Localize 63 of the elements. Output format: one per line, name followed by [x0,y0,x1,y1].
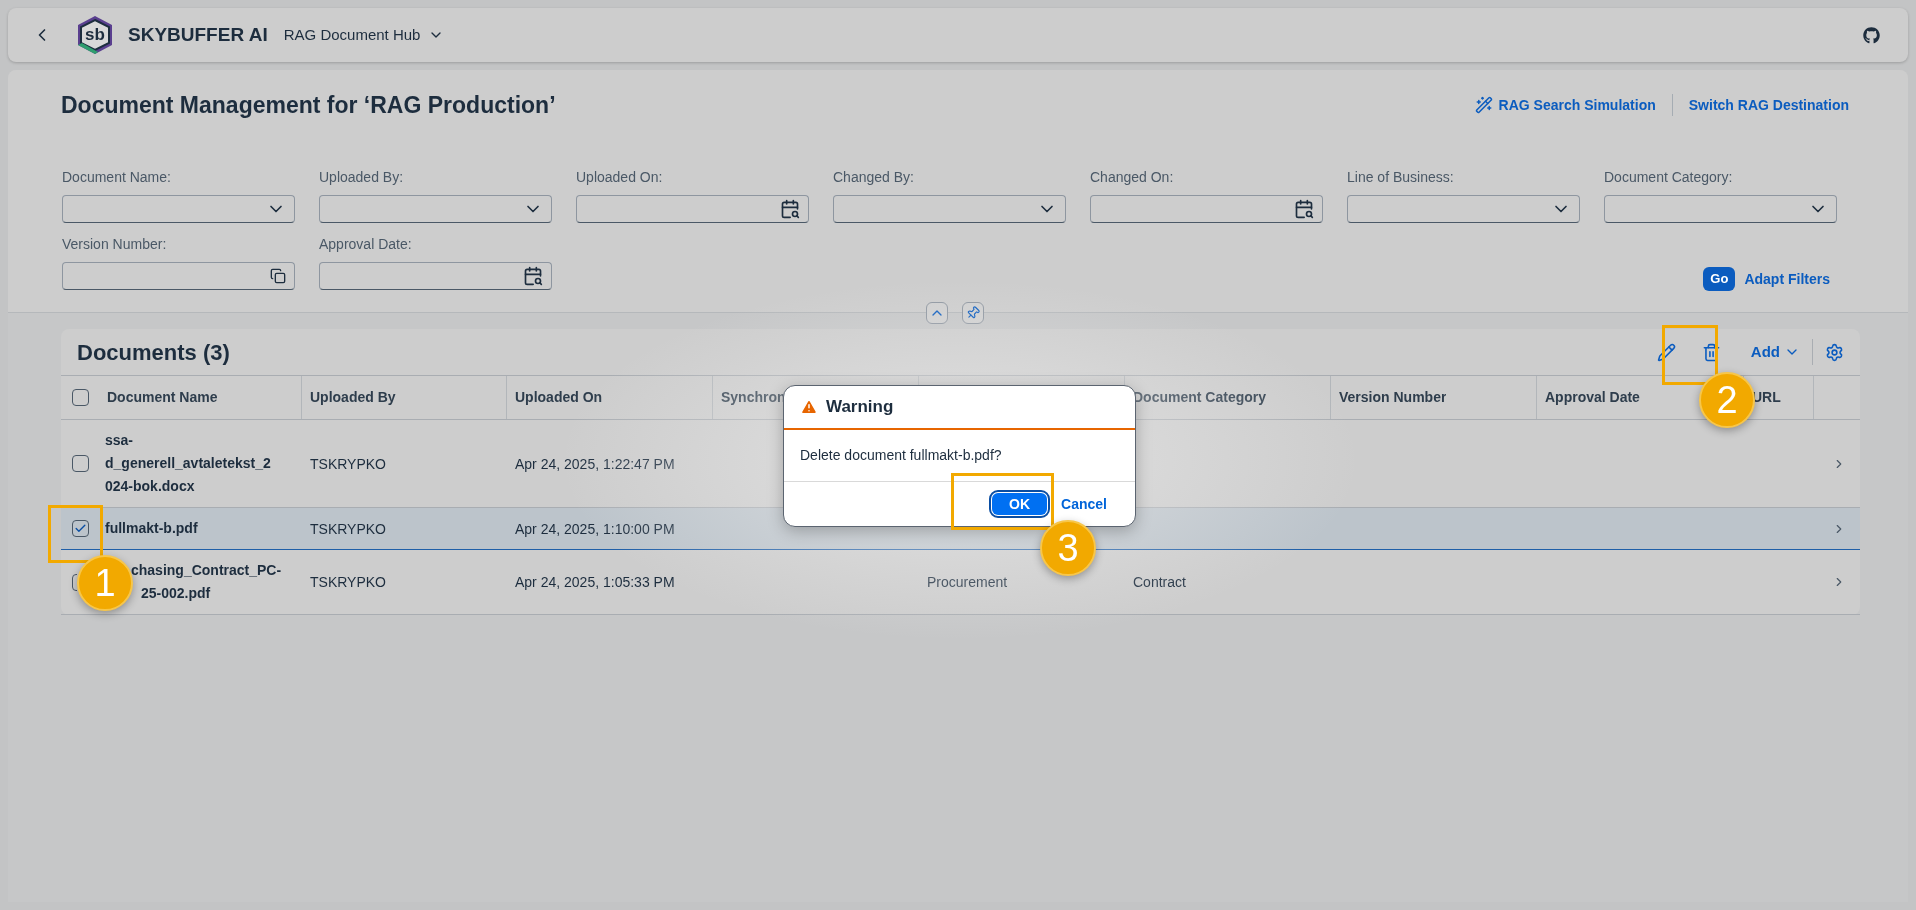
edit-icon[interactable] [1656,342,1676,362]
column-header[interactable]: Approval Date [1545,387,1640,408]
filter-label: Document Category: [1604,167,1734,187]
table-cell-text: 25-002.pdf [141,584,211,603]
pin-button[interactable] [962,302,984,324]
brand-name: SKYBUFFER AI [128,22,268,47]
table-cell-text: fullmakt-b.pdf [105,519,199,538]
filter-field[interactable] [833,194,1066,223]
filter-field[interactable] [576,194,809,223]
calendar-icon[interactable] [1294,198,1314,219]
github-icon[interactable] [1863,26,1880,44]
value-help-icon[interactable] [270,267,286,284]
table-cell: Contract [1133,574,1186,590]
checkbox[interactable] [71,455,89,472]
filter-field[interactable] [319,261,552,290]
filter-field[interactable] [1347,194,1580,223]
dialog-title: Warning [826,396,894,419]
checkbox[interactable] [71,520,89,537]
dialog-message: Delete document fullmakt-b.pdf? [800,446,1002,465]
calendar-icon[interactable] [780,198,800,219]
magic-wand-icon [1474,96,1493,115]
filter-label: Uploaded By: [319,167,405,187]
switch-destination-link[interactable]: Switch RAG Destination [1672,94,1849,116]
table-cell: Apr 24, 2025, 1:05:33 PM [515,574,675,590]
filter-field[interactable] [1090,194,1323,223]
ok-button[interactable]: OK [992,493,1048,515]
check-icon [73,522,87,535]
table-cell: TSKRYPKO [310,455,386,472]
add-menu-button[interactable]: Add [1750,340,1800,364]
filter-label: Approval Date: [319,234,413,254]
table-title: Documents (3) [77,338,231,367]
table-cell: TSKRYPKO [310,574,386,590]
table-cell-text: ssa-d_generell_avtaletekst_2024-bok.docx [105,431,272,496]
filter-label: Changed On: [1090,167,1175,187]
app-title-menu[interactable]: RAG Document Hub [283,23,445,47]
column-header[interactable]: Document Name [107,387,218,408]
column-header[interactable]: Uploaded On [515,387,603,408]
settings-icon[interactable] [1825,342,1844,362]
filter-label: Version Number: [62,234,168,254]
filter-label: Uploaded On: [576,167,664,187]
go-button[interactable]: Go [1703,267,1736,291]
filter-field[interactable] [62,194,295,223]
filter-label: Line of Business: [1347,167,1455,187]
table-cell: Procurement [927,574,1008,590]
column-header[interactable]: Document Category [1133,387,1267,408]
table-cell: Apr 24, 2025, 1:22:47 PM [515,455,675,472]
table-cell-text: chasing_Contract_PC- [131,561,282,580]
checkbox[interactable] [71,389,89,406]
page-title: Document Management for ‘RAG Production’ [61,91,557,120]
adapt-filters-link[interactable]: Adapt Filters [1744,268,1830,290]
table-cell: Apr 24, 2025, 1:10:00 PM [515,520,675,537]
calendar-icon[interactable] [523,265,543,286]
filter-label: Document Name: [62,167,172,187]
column-header[interactable]: Uploaded By [310,387,396,408]
table-cell: TSKRYPKO [310,520,386,537]
rag-search-simulation-link[interactable]: RAG Search Simulation [1474,94,1672,116]
filter-label: Changed By: [833,167,915,187]
filter-field[interactable] [1604,194,1837,223]
warning-icon [800,398,818,416]
delete-icon[interactable] [1701,342,1721,362]
filter-field[interactable] [62,261,295,290]
filter-field[interactable] [319,194,552,223]
column-header[interactable]: Version Number [1339,387,1447,408]
